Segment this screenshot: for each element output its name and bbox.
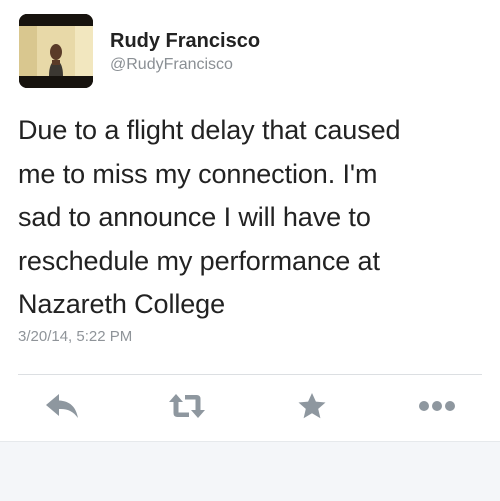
reply-button[interactable] (32, 388, 92, 428)
author-display-name[interactable]: Rudy Francisco (110, 30, 260, 53)
more-button[interactable] (407, 388, 467, 428)
retweet-button[interactable] (157, 388, 217, 428)
retweet-icon (168, 393, 206, 424)
tweet-timestamp: 3/20/14, 5:22 PM (18, 328, 133, 345)
tweet-text-line: sad to announce I will have to (18, 202, 371, 232)
tweet-text-line: me to miss my connection. I'm (18, 158, 378, 189)
star-icon (297, 392, 327, 425)
tweet-text-line: Nazareth College (18, 289, 226, 319)
footer-bar (0, 441, 500, 501)
reply-icon (45, 393, 79, 424)
divider (18, 374, 482, 375)
author-handle[interactable]: @RudyFrancisco (110, 56, 233, 74)
more-dots-icon (417, 399, 457, 417)
tweet-text-line: reschedule my performance at (18, 245, 380, 276)
avatar[interactable] (19, 14, 93, 88)
tweet-card: Rudy Francisco @RudyFrancisco Due to a f… (0, 0, 500, 440)
favorite-button[interactable] (282, 388, 342, 428)
tweet-text-line: Due to a flight delay that caused (18, 115, 401, 145)
tweet-text: Due to a flight delay that caused me to … (18, 109, 488, 327)
